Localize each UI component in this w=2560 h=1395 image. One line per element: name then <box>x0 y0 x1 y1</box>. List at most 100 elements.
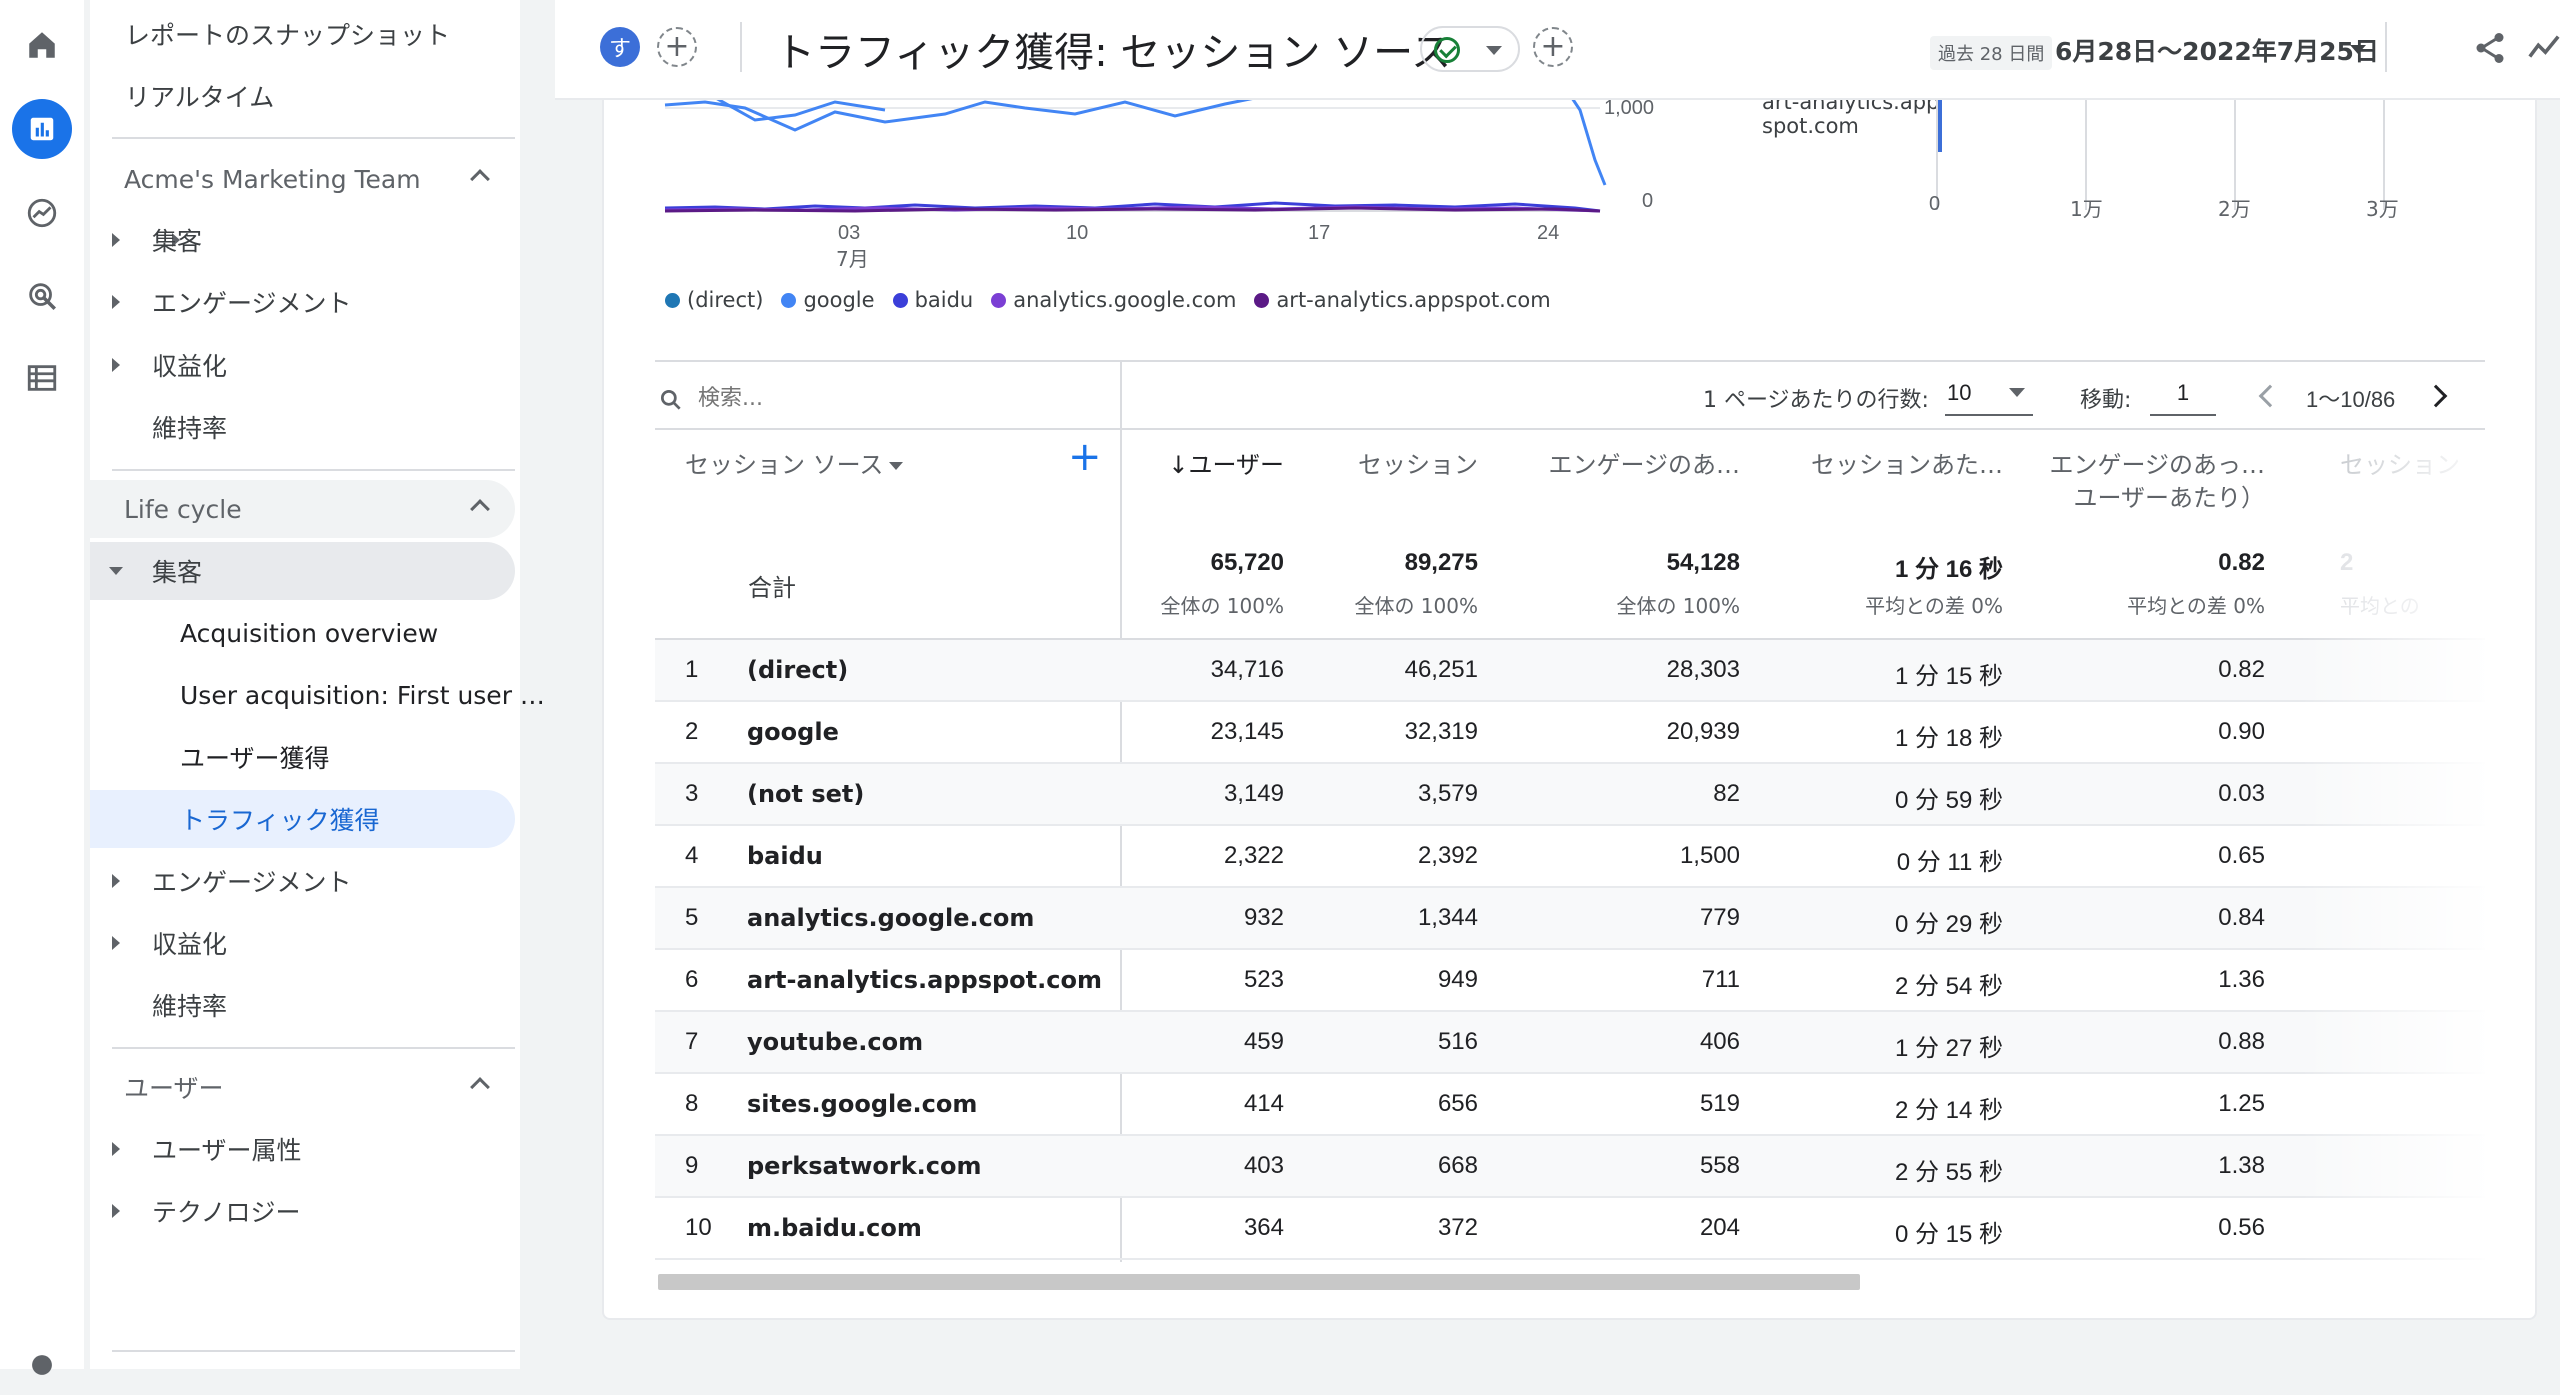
column-header-sessions[interactable]: セッション <box>1300 445 1478 480</box>
caret-right-icon <box>112 295 120 309</box>
section-lifecycle[interactable]: Life cycle <box>90 480 515 538</box>
home-icon[interactable] <box>12 15 72 75</box>
report-status-dropdown[interactable] <box>1420 26 1520 72</box>
table-row[interactable]: 9 perksatwork.com 403 668 558 2 分 55 秒 1.38 <box>655 1136 2485 1198</box>
sidebar-item-monetization[interactable]: 収益化 <box>152 336 227 394</box>
row-index: 3 <box>685 780 699 807</box>
row-source: youtube.com <box>747 1028 924 1056</box>
column-header-avg-time[interactable]: セッションあた… <box>1760 445 2003 480</box>
configure-icon[interactable] <box>12 348 72 408</box>
horizontal-scrollbar[interactable] <box>658 1274 1860 1290</box>
sidebar-item-user-acquisition-first[interactable]: User acquisition: First user … <box>180 666 545 724</box>
avatar[interactable]: す <box>600 27 640 67</box>
legend-dot <box>991 292 1007 308</box>
row-avg-time: 0 分 59 秒 <box>1894 787 2003 814</box>
legend-item[interactable]: analytics.google.com <box>991 288 1236 312</box>
divider <box>112 469 515 471</box>
sidebar-item-lifecycle-engagement[interactable]: エンゲージメント <box>152 852 352 910</box>
add-dimension-button[interactable]: + <box>1068 437 1102 477</box>
sidebar-item-user-acquisition[interactable]: ユーザー獲得 <box>180 728 330 786</box>
row-source: perksatwork.com <box>747 1152 982 1180</box>
table-search-input[interactable] <box>698 380 1098 416</box>
add-comparison-button[interactable]: + <box>657 27 697 67</box>
row-users: 34,716 <box>1210 656 1284 683</box>
add-filter-button[interactable]: + <box>1533 27 1573 67</box>
row-source: art-analytics.appspot.com <box>747 966 1102 994</box>
row-engaged-sessions: 20,939 <box>1666 718 1740 745</box>
sidebar-item-realtime[interactable]: リアルタイム <box>125 67 274 125</box>
caret-right-icon <box>112 358 120 372</box>
divider <box>112 137 515 139</box>
table-row[interactable]: 2 google 23,145 32,319 20,939 1 分 18 秒 0.90 <box>655 702 2485 764</box>
row-users: 523 <box>1243 966 1284 993</box>
row-engaged-per-user: 0.84 <box>2218 904 2265 931</box>
table-row[interactable]: 6 art-analytics.appspot.com 523 949 711 2 分 5… <box>655 950 2485 1012</box>
row-engaged-sessions: 1,500 <box>1679 842 1740 869</box>
chevron-up-icon <box>470 499 490 519</box>
dimension-header-dropdown[interactable]: セッション ソース <box>685 445 904 480</box>
date-range-picker[interactable]: 6月28日～2022年7月25日 <box>2055 32 2379 68</box>
sidebar-item-demographics[interactable]: ユーザー属性 <box>152 1120 302 1178</box>
legend-item[interactable]: art-analytics.appspot.com <box>1254 288 1551 312</box>
sidebar-item-lifecycle-retention[interactable]: 維持率 <box>152 976 227 1034</box>
row-index: 5 <box>685 904 699 931</box>
table-row[interactable]: 8 sites.google.com 414 656 519 2 分 14 秒 1.25 <box>655 1074 2485 1136</box>
sidebar-item-lifecycle-acquisition[interactable]: 集客 <box>90 542 515 600</box>
sidebar-item-acquisition-overview[interactable]: Acquisition overview <box>180 604 438 662</box>
column-header-users[interactable]: ↓ユーザー <box>1130 445 1284 480</box>
row-engaged-per-user: 0.65 <box>2218 842 2265 869</box>
reports-icon[interactable] <box>12 99 72 159</box>
row-sessions: 372 <box>1437 1214 1478 1241</box>
section-acme[interactable]: Acme's Marketing Team <box>90 150 515 208</box>
table-row[interactable]: 10 m.baidu.com 364 372 204 0 分 15 秒 0.56 <box>655 1198 2485 1260</box>
nav-rail <box>0 0 84 1375</box>
search-icon <box>660 389 681 410</box>
divider <box>655 428 2485 430</box>
settings-icon[interactable] <box>12 1335 72 1395</box>
row-avg-time: 2 分 14 秒 <box>1894 1097 2003 1124</box>
row-engaged-per-user: 0.82 <box>2218 656 2265 683</box>
section-user[interactable]: ユーザー <box>90 1058 515 1116</box>
row-engaged-per-user: 1.25 <box>2218 1090 2265 1117</box>
sidebar-item-snapshot[interactable]: レポートのスナップショット <box>125 5 450 63</box>
chevron-down-icon[interactable] <box>2350 45 2366 54</box>
share-icon[interactable] <box>2472 30 2508 66</box>
sidebar-item-lifecycle-monetization[interactable]: 収益化 <box>152 914 227 972</box>
total-subtext: 全体の 100% <box>1354 594 1478 618</box>
chevron-up-icon <box>470 169 490 189</box>
sidebar-item-acquisition[interactable]: 集客 <box>152 211 512 269</box>
divider <box>112 1047 515 1049</box>
row-users: 364 <box>1243 1214 1284 1241</box>
row-source: (not set) <box>747 780 865 808</box>
sidebar-item-retention[interactable]: 維持率 <box>152 398 227 456</box>
explore-icon[interactable] <box>12 183 72 243</box>
x-tick-label: 24 <box>1537 222 1560 244</box>
legend-dot <box>665 292 680 308</box>
legend-item[interactable]: baidu <box>892 288 973 312</box>
rows-per-page-select[interactable]: 10 <box>1945 372 2033 416</box>
table-row[interactable]: 7 youtube.com 459 516 406 1 分 27 秒 0.88 <box>655 1012 2485 1074</box>
column-header-engaged-sessions[interactable]: エンゲージのあ… <box>1500 445 1740 480</box>
bar-x-tick: 0 <box>1929 193 1941 215</box>
row-index: 4 <box>685 842 699 869</box>
row-engaged-sessions: 519 <box>1699 1090 1740 1117</box>
table-row[interactable]: 4 baidu 2,322 2,392 1,500 0 分 11 秒 0.65 <box>655 826 2485 888</box>
legend-item[interactable]: google <box>781 288 875 312</box>
table-row[interactable]: 1 (direct) 34,716 46,251 28,303 1 分 15 秒 0.82 <box>655 640 2485 702</box>
column-header-engaged-per-user[interactable]: エンゲージのあっ… <box>2030 445 2265 480</box>
sidebar-item-traffic-acquisition[interactable]: トラフィック獲得 <box>90 790 515 848</box>
row-sessions: 3,579 <box>1417 780 1478 807</box>
row-source: baidu <box>747 842 823 870</box>
row-avg-time: 0 分 11 秒 <box>1896 849 2003 876</box>
advertising-icon[interactable] <box>12 266 72 326</box>
row-avg-time: 2 分 54 秒 <box>1894 973 2003 1000</box>
series-line-google <box>664 100 1253 132</box>
sidebar-item-engagement[interactable]: エンゲージメント <box>152 273 352 331</box>
goto-page-input[interactable]: 1 <box>2150 372 2216 416</box>
sidebar-item-tech[interactable]: テクノロジー <box>152 1182 301 1240</box>
caret-right-icon <box>112 1204 120 1218</box>
table-row[interactable]: 5 analytics.google.com 932 1,344 779 0 分 29 秒… <box>655 888 2485 950</box>
legend-item[interactable]: (direct) <box>665 288 763 312</box>
insights-icon[interactable] <box>2527 30 2560 66</box>
table-row[interactable]: 3 (not set) 3,149 3,579 82 0 分 59 秒 0.03 <box>655 764 2485 826</box>
